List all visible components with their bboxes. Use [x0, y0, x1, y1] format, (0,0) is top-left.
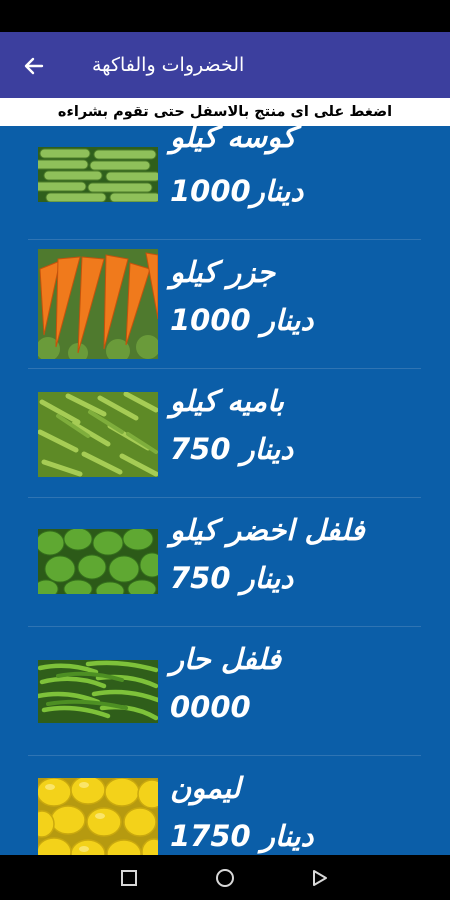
system-nav-bar	[0, 855, 450, 900]
product-price: 750 دينار	[170, 432, 294, 466]
page-title: الخضروات والفاكهة	[92, 54, 245, 76]
arrow-back-icon	[24, 57, 44, 75]
recent-apps-button[interactable]	[114, 863, 144, 893]
system-back-button[interactable]	[305, 863, 335, 893]
product-price: 750 دينار	[170, 561, 294, 595]
product-item-carrot[interactable]: جزر كيلو 1000 دينار	[28, 240, 421, 369]
product-name: فلفل حار	[170, 642, 281, 676]
home-icon	[216, 869, 234, 887]
product-price: 1750 دينار	[170, 819, 314, 853]
green-pepper-image	[38, 529, 158, 594]
carrot-image	[38, 249, 158, 359]
purchase-hint: اضغط على اى منتج بالاسفل حتى تقوم بشراءه	[0, 98, 450, 126]
product-item-okra[interactable]: باميه كيلو 750 دينار	[28, 369, 421, 498]
product-item-lemon[interactable]: ليمون 1750 دينار	[28, 756, 421, 855]
product-name: جزر كيلو	[170, 255, 276, 289]
lemon-image	[38, 778, 158, 855]
recent-apps-icon	[121, 870, 137, 886]
product-item-green-pepper[interactable]: فلفل اخضر كيلو 750 دينار	[28, 498, 421, 627]
product-price: 1000 دينار	[170, 303, 314, 337]
back-triangle-icon	[313, 870, 327, 886]
home-button[interactable]	[210, 863, 240, 893]
product-price: 1000دينار	[170, 174, 304, 208]
product-item-zucchini[interactable]: كوسه كيلو 1000دينار	[28, 126, 421, 240]
product-price: 0000	[170, 690, 251, 724]
okra-image	[38, 392, 158, 477]
product-name: فلفل اخضر كيلو	[170, 513, 365, 547]
product-name: كوسه كيلو	[170, 126, 296, 154]
product-name: باميه كيلو	[170, 384, 284, 418]
hot-pepper-image	[38, 660, 158, 723]
product-list[interactable]: كوسه كيلو 1000دينار جزر كيلو 1000 دينار	[0, 126, 450, 855]
status-bar	[0, 0, 450, 32]
app-bar: الخضروات والفاكهة	[0, 32, 450, 98]
product-name: ليمون	[170, 771, 241, 805]
back-button[interactable]	[18, 50, 50, 82]
product-item-hot-pepper[interactable]: فلفل حار 0000	[28, 627, 421, 756]
zucchini-image	[38, 147, 158, 202]
